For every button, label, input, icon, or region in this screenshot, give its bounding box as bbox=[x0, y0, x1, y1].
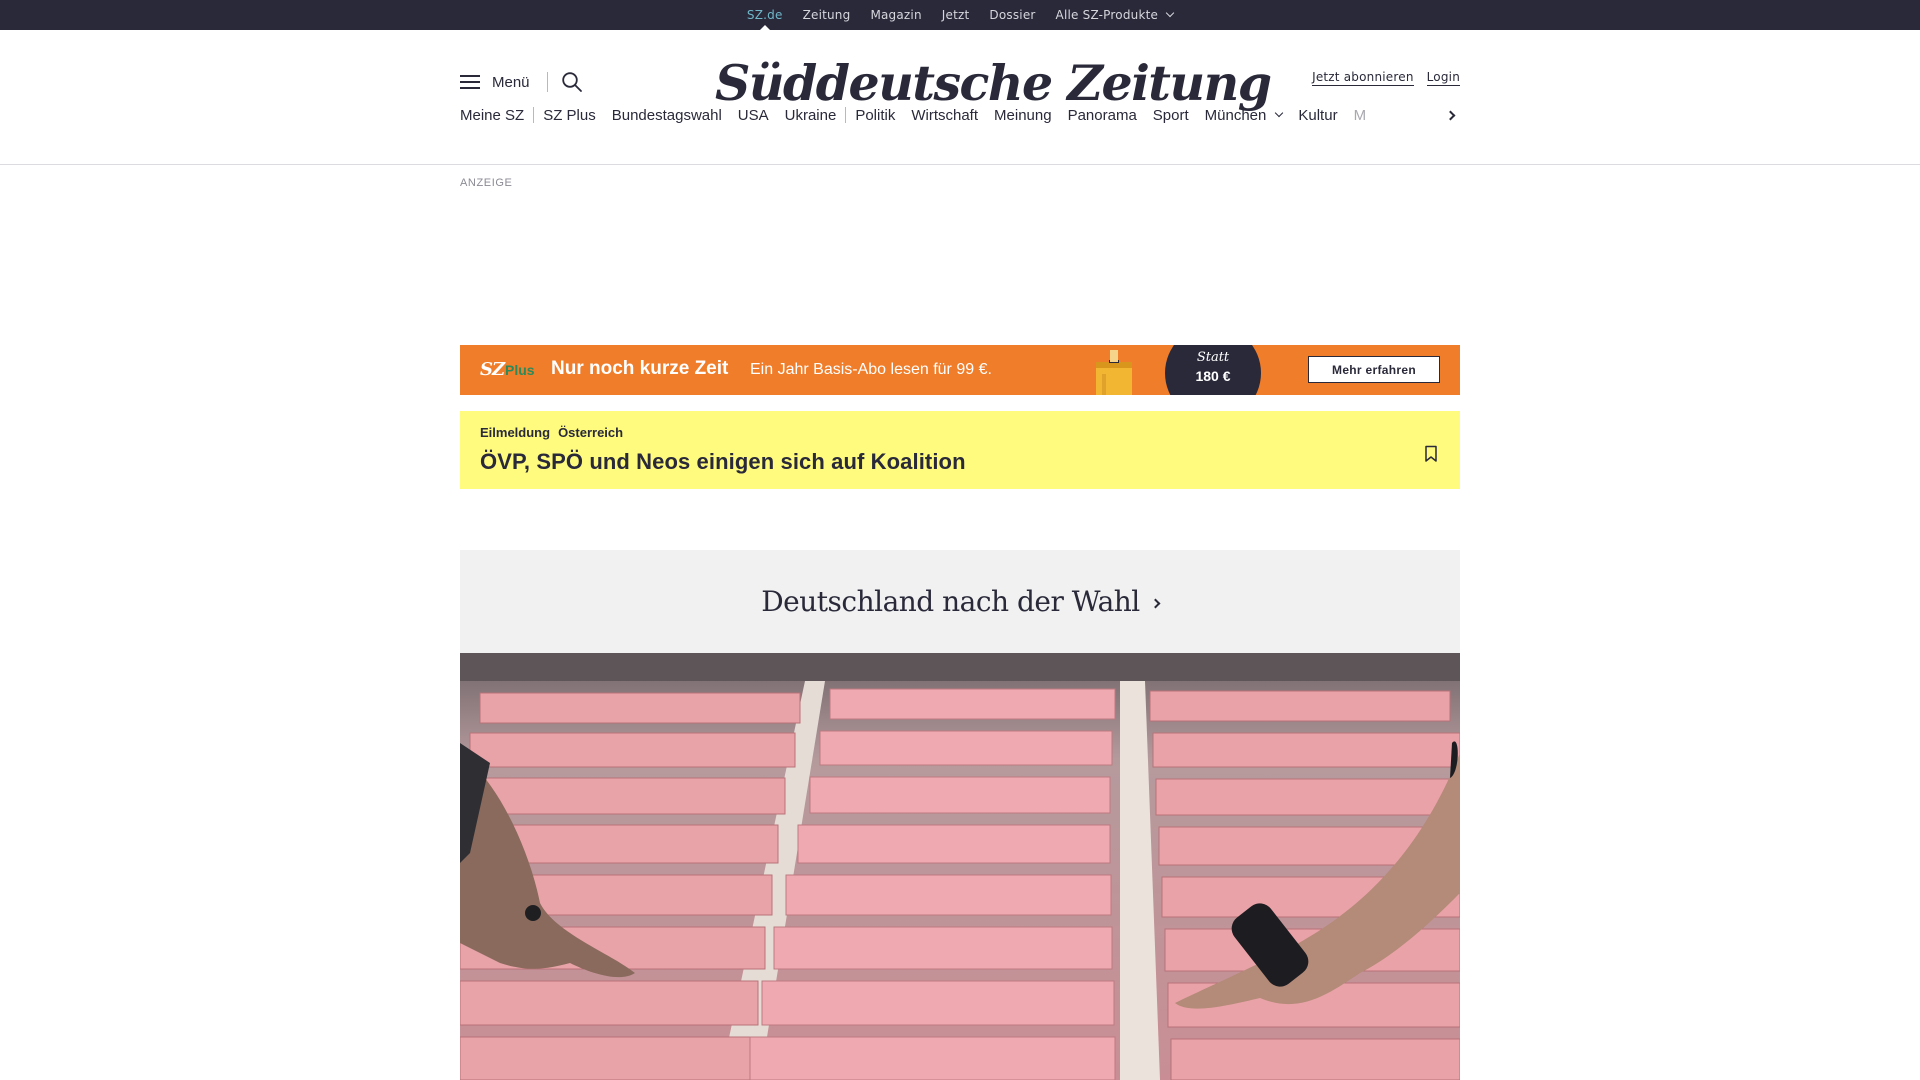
price-badge-amount: 180 € bbox=[1195, 368, 1231, 384]
nav-item-usa[interactable]: USA bbox=[738, 107, 785, 124]
site-header: Menü Süddeutsche Zeitung Jetzt abonniere… bbox=[0, 30, 1920, 165]
account-links: Jetzt abonnieren Login bbox=[1312, 70, 1460, 86]
topic-header[interactable]: Deutschland nach der Wahl bbox=[460, 550, 1460, 653]
breaking-news-title[interactable]: ÖVP, SPÖ und Neos einigen sich auf Koali… bbox=[480, 449, 966, 475]
breaking-news-topic: Österreich bbox=[558, 425, 624, 440]
header-divider bbox=[547, 72, 548, 92]
nav-item-truncated[interactable]: M bbox=[1354, 107, 1371, 124]
search-button[interactable] bbox=[561, 71, 583, 93]
breaking-news-teaser[interactable]: Eilmeldung Österreich ÖVP, SPÖ und Neos … bbox=[460, 411, 1460, 489]
promo-subline: Ein Jahr Basis-Abo lesen für 99 €. bbox=[750, 361, 992, 378]
section-nav: Meine SZ SZ Plus Bundestagswahl USA Ukra… bbox=[460, 100, 1460, 130]
price-badge-statt: Statt bbox=[1196, 350, 1230, 365]
price-badge: Statt 180 € bbox=[1165, 345, 1261, 395]
hamburger-icon bbox=[460, 74, 480, 90]
hero-image[interactable] bbox=[460, 653, 1460, 1080]
sz-plus-logo: SZ bbox=[480, 359, 505, 380]
menu-button[interactable]: Menü bbox=[460, 70, 530, 94]
ballot-box-icon bbox=[1096, 350, 1132, 395]
product-link-dossier[interactable]: Dossier bbox=[979, 0, 1045, 30]
product-link-sz-de[interactable]: SZ.de bbox=[737, 0, 793, 31]
nav-item-sport[interactable]: Sport bbox=[1153, 107, 1205, 124]
product-bar: SZ.de Zeitung Magazin Jetzt Dossier Alle… bbox=[0, 0, 1920, 31]
topic-title: Deutschland nach der Wahl bbox=[761, 585, 1140, 618]
chevron-right-icon bbox=[1445, 110, 1456, 120]
ballot-envelopes-photo bbox=[460, 653, 1460, 1080]
chevron-down-icon bbox=[1165, 8, 1175, 18]
product-link-alle-sz-produkte[interactable]: Alle SZ-Produkte bbox=[1046, 0, 1184, 30]
nav-item-muenchen-label: München bbox=[1204, 106, 1267, 124]
nav-item-meinung[interactable]: Meinung bbox=[994, 107, 1068, 124]
nav-item-sz-plus[interactable]: SZ Plus bbox=[543, 107, 612, 124]
product-link-alle-sz-produkte-label: Alle SZ-Produkte bbox=[1055, 8, 1159, 22]
nav-item-wirtschaft[interactable]: Wirtschaft bbox=[911, 107, 994, 124]
nav-item-meine-sz[interactable]: Meine SZ bbox=[460, 107, 540, 124]
login-link[interactable]: Login bbox=[1426, 70, 1460, 86]
ad-label: ANZEIGE bbox=[460, 177, 513, 189]
bookmark-icon[interactable] bbox=[1424, 445, 1438, 463]
nav-divider bbox=[845, 107, 847, 123]
mehr-erfahren-button[interactable]: Mehr erfahren bbox=[1308, 356, 1440, 383]
subscription-promo-banner[interactable]: SZ Plus Nur noch kurze Zeit Ein Jahr Bas… bbox=[460, 345, 1460, 395]
subscribe-link[interactable]: Jetzt abonnieren bbox=[1312, 70, 1414, 86]
product-link-magazin[interactable]: Magazin bbox=[860, 0, 931, 30]
product-link-jetzt[interactable]: Jetzt bbox=[932, 0, 980, 30]
nav-item-ukraine[interactable]: Ukraine bbox=[785, 107, 853, 124]
nav-item-kultur[interactable]: Kultur bbox=[1298, 107, 1353, 124]
nav-item-muenchen[interactable]: München bbox=[1205, 107, 1299, 124]
menu-label: Menü bbox=[492, 73, 530, 91]
nav-item-panorama[interactable]: Panorama bbox=[1068, 107, 1153, 124]
chevron-down-icon bbox=[1275, 108, 1284, 118]
breaking-news-label: Eilmeldung bbox=[480, 425, 551, 440]
nav-item-politik[interactable]: Politik bbox=[855, 107, 911, 124]
promo-headline: Nur noch kurze Zeit bbox=[551, 358, 729, 379]
nav-divider bbox=[533, 107, 535, 123]
search-icon bbox=[562, 72, 582, 92]
nav-scroll-right-button[interactable] bbox=[1443, 101, 1461, 129]
sz-plus-logo-plus: Plus bbox=[505, 362, 535, 378]
nav-item-bundestagswahl[interactable]: Bundestagswahl bbox=[612, 107, 738, 124]
breaking-news-kicker: Eilmeldung Österreich bbox=[480, 425, 623, 440]
product-link-zeitung[interactable]: Zeitung bbox=[793, 0, 861, 30]
chevron-right-icon bbox=[1150, 598, 1161, 609]
